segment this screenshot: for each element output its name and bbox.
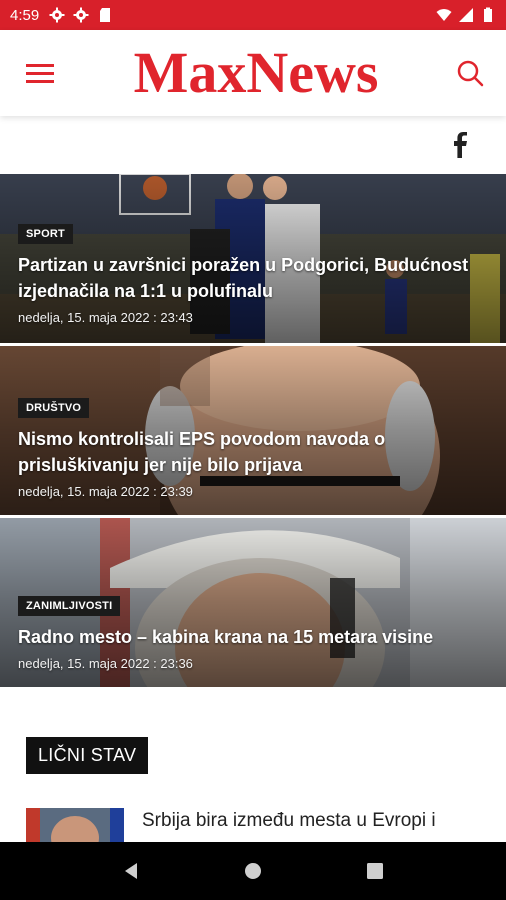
battery-icon	[484, 7, 492, 22]
article-text: SPORT Partizan u završnici poražen u Pod…	[18, 224, 492, 325]
category-tag[interactable]: SPORT	[18, 224, 73, 244]
recents-square-icon[interactable]	[365, 861, 385, 881]
opinion-thumbnail[interactable]	[26, 808, 124, 844]
article-card[interactable]: DRUŠTVO Nismo kontrolisali EPS povodom n…	[0, 346, 506, 518]
gear-icon	[73, 7, 89, 23]
article-date: nedelja, 15. maja 2022 : 23:43	[18, 310, 193, 325]
category-tag[interactable]: DRUŠTVO	[18, 398, 90, 418]
article-text: DRUŠTVO Nismo kontrolisali EPS povodom n…	[18, 398, 492, 499]
facebook-icon[interactable]	[452, 132, 468, 158]
wifi-icon	[436, 9, 452, 21]
sd-card-icon	[100, 8, 111, 22]
hamburger-menu-icon[interactable]	[26, 61, 56, 85]
article-list: SPORT Partizan u završnici poražen u Pod…	[0, 174, 506, 690]
social-row	[0, 116, 506, 174]
app-logo: MaxNews	[133, 40, 379, 105]
section-label: LIČNI STAV	[26, 737, 149, 774]
article-title[interactable]: Partizan u završnici poražen u Podgorici…	[18, 252, 492, 304]
status-bar: 4:59	[0, 0, 506, 30]
article-title[interactable]: Radno mesto – kabina krana na 15 metara …	[18, 624, 492, 650]
signal-icon	[459, 8, 473, 22]
opinion-title[interactable]: Srbija bira između mesta u Evropi i	[142, 808, 436, 834]
article-text: ZANIMLJIVOSTI Radno mesto – kabina krana…	[18, 596, 492, 671]
app-header: MaxNews	[0, 30, 506, 116]
category-tag[interactable]: ZANIMLJIVOSTI	[18, 596, 121, 616]
status-time: 4:59	[10, 6, 40, 24]
back-triangle-icon[interactable]	[121, 861, 141, 881]
article-date: nedelja, 15. maja 2022 : 23:39	[18, 484, 193, 499]
article-card[interactable]: ZANIMLJIVOSTI Radno mesto – kabina krana…	[0, 518, 506, 690]
article-date: nedelja, 15. maja 2022 : 23:36	[18, 656, 193, 671]
article-card[interactable]: SPORT Partizan u završnici poražen u Pod…	[0, 174, 506, 346]
system-nav-bar	[0, 842, 506, 900]
article-title[interactable]: Nismo kontrolisali EPS povodom navoda o …	[18, 426, 492, 478]
search-icon[interactable]	[456, 59, 484, 87]
gear-icon	[49, 7, 65, 23]
home-circle-icon[interactable]	[243, 861, 263, 881]
